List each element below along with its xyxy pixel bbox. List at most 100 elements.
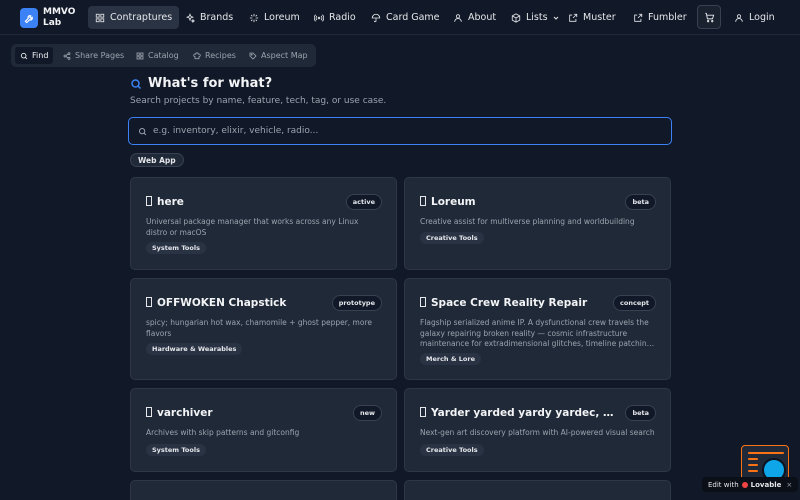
nav-item-label: Brands: [200, 12, 234, 23]
card-description: Universal package manager that works acr…: [146, 217, 359, 237]
status-badge: beta: [625, 405, 656, 421]
subnav-item-label: Find: [32, 51, 49, 60]
nav-item-label: Fumbler: [648, 12, 687, 23]
box-icon: [511, 12, 521, 23]
category-tag[interactable]: System Tools: [146, 242, 206, 254]
project-card[interactable]: [130, 480, 397, 500]
card-title: Loreum: [420, 196, 620, 208]
status-badge: concept: [613, 295, 656, 311]
status-badge: active: [345, 194, 382, 210]
nav-item-label: Loreum: [264, 12, 300, 23]
subnav-item-label: Aspect Map: [261, 51, 308, 60]
nav-item-muster[interactable]: Muster: [561, 6, 623, 29]
top-navbar: MMVO Lab Contraptures Brands Loreum Radi…: [0, 0, 800, 35]
search-box: [128, 117, 672, 145]
card-description: Creative assist for multiverse planning …: [420, 217, 635, 226]
nav-item-lists[interactable]: Lists: [504, 6, 567, 29]
project-card[interactable]: Loreum beta Creative assist for multiver…: [404, 177, 671, 270]
emoji-icon: [420, 407, 426, 417]
project-card[interactable]: Space Crew Reality Repair concept Flagsh…: [404, 278, 671, 380]
nav-item-brands[interactable]: Brands: [178, 6, 240, 29]
login-label: Login: [749, 12, 775, 23]
nav-item-about[interactable]: About: [446, 6, 503, 29]
user-icon: [735, 13, 743, 22]
sub-navbar: Find Share Pages Catalog Recipes Aspect …: [11, 44, 316, 67]
grid-icon: [136, 52, 144, 59]
page-title: What's for what?: [130, 76, 272, 91]
category-tag[interactable]: Creative Tools: [420, 232, 484, 244]
search-icon: [139, 127, 147, 135]
cart-button[interactable]: [697, 5, 721, 29]
nav-item-label: Radio: [329, 12, 356, 23]
card-description: Archives with skip patterns and gitconfi…: [146, 428, 300, 437]
emoji-icon: [420, 196, 426, 206]
heart-icon: [741, 481, 748, 488]
subnav-item-share-pages[interactable]: Share Pages: [58, 47, 129, 64]
search-input[interactable]: [153, 126, 653, 136]
share-icon: [63, 51, 71, 60]
close-icon[interactable]: ×: [786, 481, 792, 489]
card-description: Next-gen art discovery platform with AI-…: [420, 428, 655, 437]
subnav-item-aspect-map[interactable]: Aspect Map: [244, 47, 313, 64]
card-title: here: [146, 196, 346, 208]
nav-item-radio[interactable]: Radio: [307, 6, 363, 29]
subnav-item-label: Catalog: [148, 51, 179, 60]
category-tag[interactable]: Merch & Lore: [420, 353, 481, 365]
subnav-item-find[interactable]: Find: [15, 47, 54, 64]
external-link-icon: [569, 13, 578, 22]
nav-item-label: Card Game: [386, 12, 440, 23]
search-icon: [131, 78, 142, 89]
emoji-icon: [146, 196, 152, 206]
login-button[interactable]: Login: [727, 6, 782, 29]
nav-item-label: About: [468, 12, 497, 23]
card-description: Flagship serialized anime IP. A dysfunct…: [420, 318, 654, 348]
widget-line: [748, 470, 758, 472]
emoji-icon: [146, 297, 152, 307]
nav-item-contraptures[interactable]: Contraptures: [88, 6, 180, 29]
search-icon: [20, 52, 28, 59]
category-tag[interactable]: System Tools: [146, 444, 206, 456]
user-icon: [454, 13, 462, 22]
cart-icon: [704, 12, 714, 22]
nav-item-label: Contraptures: [110, 12, 173, 23]
edit-badge-brand: Lovable: [750, 480, 782, 489]
subnav-item-label: Share Pages: [75, 51, 125, 60]
emoji-icon: [146, 407, 152, 417]
wrench-icon: [20, 8, 38, 28]
nav-item-loreum[interactable]: Loreum: [242, 6, 307, 29]
tag-icon: [249, 52, 257, 60]
edit-badge-prefix: Edit with: [708, 480, 739, 489]
project-card[interactable]: [404, 480, 671, 500]
nav-item-label: Lists: [526, 12, 548, 23]
widget-line: [748, 464, 758, 466]
edit-with-lovable-badge[interactable]: Edit with Lovable ×: [702, 477, 799, 492]
category-tag[interactable]: Creative Tools: [420, 444, 484, 456]
filter-chip-web-app[interactable]: Web App: [130, 153, 184, 167]
chef-hat-icon: [193, 51, 201, 59]
emoji-icon: [420, 297, 426, 307]
radio-icon: [314, 13, 324, 22]
widget-line: [748, 458, 758, 460]
nav-item-label: Muster: [583, 12, 616, 23]
brand-name: MMVO Lab: [43, 7, 76, 28]
status-badge: prototype: [331, 295, 382, 311]
nav-item-fumbler[interactable]: Fumbler: [626, 6, 694, 29]
project-card[interactable]: OFFWOKEN Chapstick prototype spicy; hung…: [130, 278, 397, 380]
card-title: OFFWOKEN Chapstick: [146, 297, 346, 309]
umbrella-icon: [371, 13, 381, 22]
project-card[interactable]: here active Universal package manager th…: [130, 177, 397, 270]
card-title: varchiver: [146, 407, 346, 419]
card-title: Space Crew Reality Repair: [420, 297, 620, 309]
subnav-item-catalog[interactable]: Catalog: [131, 47, 184, 64]
project-card[interactable]: varchiver new Archives with skip pattern…: [130, 388, 397, 472]
category-tag[interactable]: Hardware & Wearables: [146, 343, 243, 355]
sparkle-icon: [249, 13, 259, 22]
grid-icon: [95, 13, 105, 22]
chevron-down-icon: [553, 16, 558, 20]
subnav-item-recipes[interactable]: Recipes: [188, 47, 241, 64]
brand-link[interactable]: MMVO Lab: [20, 7, 83, 29]
page-subtitle: Search projects by name, feature, tech, …: [130, 96, 387, 106]
project-card[interactable]: Yarder yarded yardy yardec, yarder beta …: [404, 388, 671, 472]
subnav-item-label: Recipes: [205, 51, 236, 60]
nav-item-card-game[interactable]: Card Game: [364, 6, 447, 29]
